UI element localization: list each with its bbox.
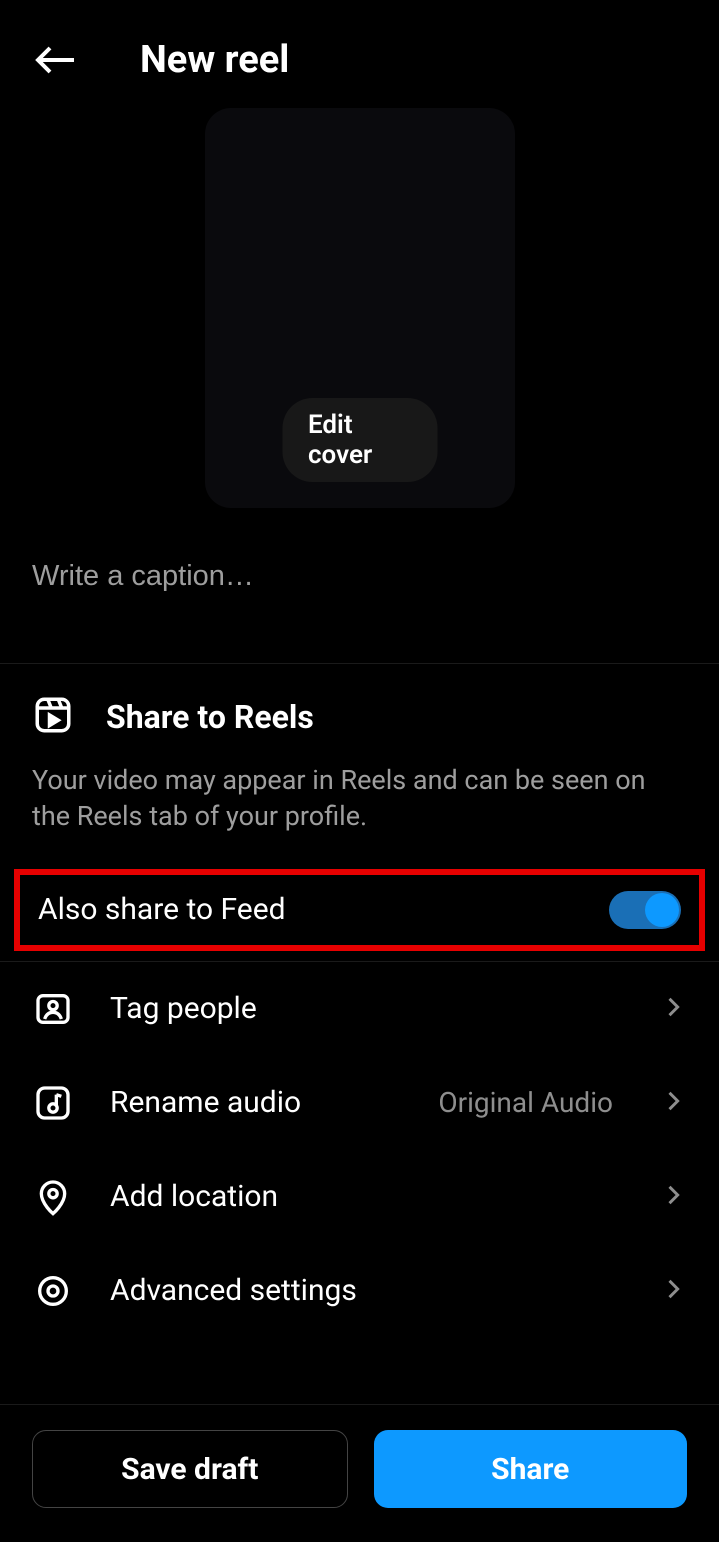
header: New reel — [0, 0, 719, 108]
advanced-settings-label: Advanced settings — [110, 1273, 623, 1308]
edit-cover-button[interactable]: Edit cover — [282, 398, 437, 482]
page-title: New reel — [140, 38, 289, 82]
also-share-to-feed-row[interactable]: Also share to Feed — [14, 869, 705, 951]
cover-preview[interactable]: Edit cover — [205, 108, 515, 508]
add-location-label: Add location — [110, 1179, 623, 1214]
divider — [0, 1404, 719, 1405]
rename-audio-value: Original Audio — [438, 1086, 613, 1119]
chevron-right-icon — [659, 1181, 687, 1213]
tag-people-row[interactable]: Tag people — [0, 962, 719, 1056]
share-button[interactable]: Share — [374, 1430, 688, 1508]
rename-audio-label: Rename audio — [110, 1085, 402, 1120]
back-button[interactable] — [32, 36, 80, 84]
add-location-row[interactable]: Add location — [0, 1150, 719, 1244]
tag-people-icon — [32, 988, 74, 1030]
advanced-settings-row[interactable]: Advanced settings — [0, 1244, 719, 1338]
location-icon — [32, 1176, 74, 1218]
chevron-right-icon — [659, 1087, 687, 1119]
also-share-to-feed-label: Also share to Feed — [38, 892, 286, 927]
chevron-right-icon — [659, 993, 687, 1025]
section-head: Share to Reels — [32, 694, 687, 740]
audio-icon — [32, 1082, 74, 1124]
also-share-to-feed-toggle[interactable] — [609, 891, 681, 929]
rename-audio-row[interactable]: Rename audio Original Audio — [0, 1056, 719, 1150]
section-description: Your video may appear in Reels and can b… — [32, 762, 687, 835]
arrow-left-icon — [32, 36, 80, 84]
save-draft-button[interactable]: Save draft — [32, 1430, 348, 1508]
section-title: Share to Reels — [106, 698, 314, 736]
toggle-knob — [645, 893, 679, 927]
cover-preview-area: Edit cover — [0, 108, 719, 518]
share-to-reels-section: Share to Reels Your video may appear in … — [0, 664, 719, 859]
footer: Save draft Share — [0, 1404, 719, 1542]
reels-icon — [32, 694, 74, 740]
chevron-right-icon — [659, 1275, 687, 1307]
gear-icon — [32, 1270, 74, 1312]
caption-area — [0, 518, 719, 663]
tag-people-label: Tag people — [110, 991, 623, 1026]
caption-input[interactable] — [32, 560, 687, 593]
